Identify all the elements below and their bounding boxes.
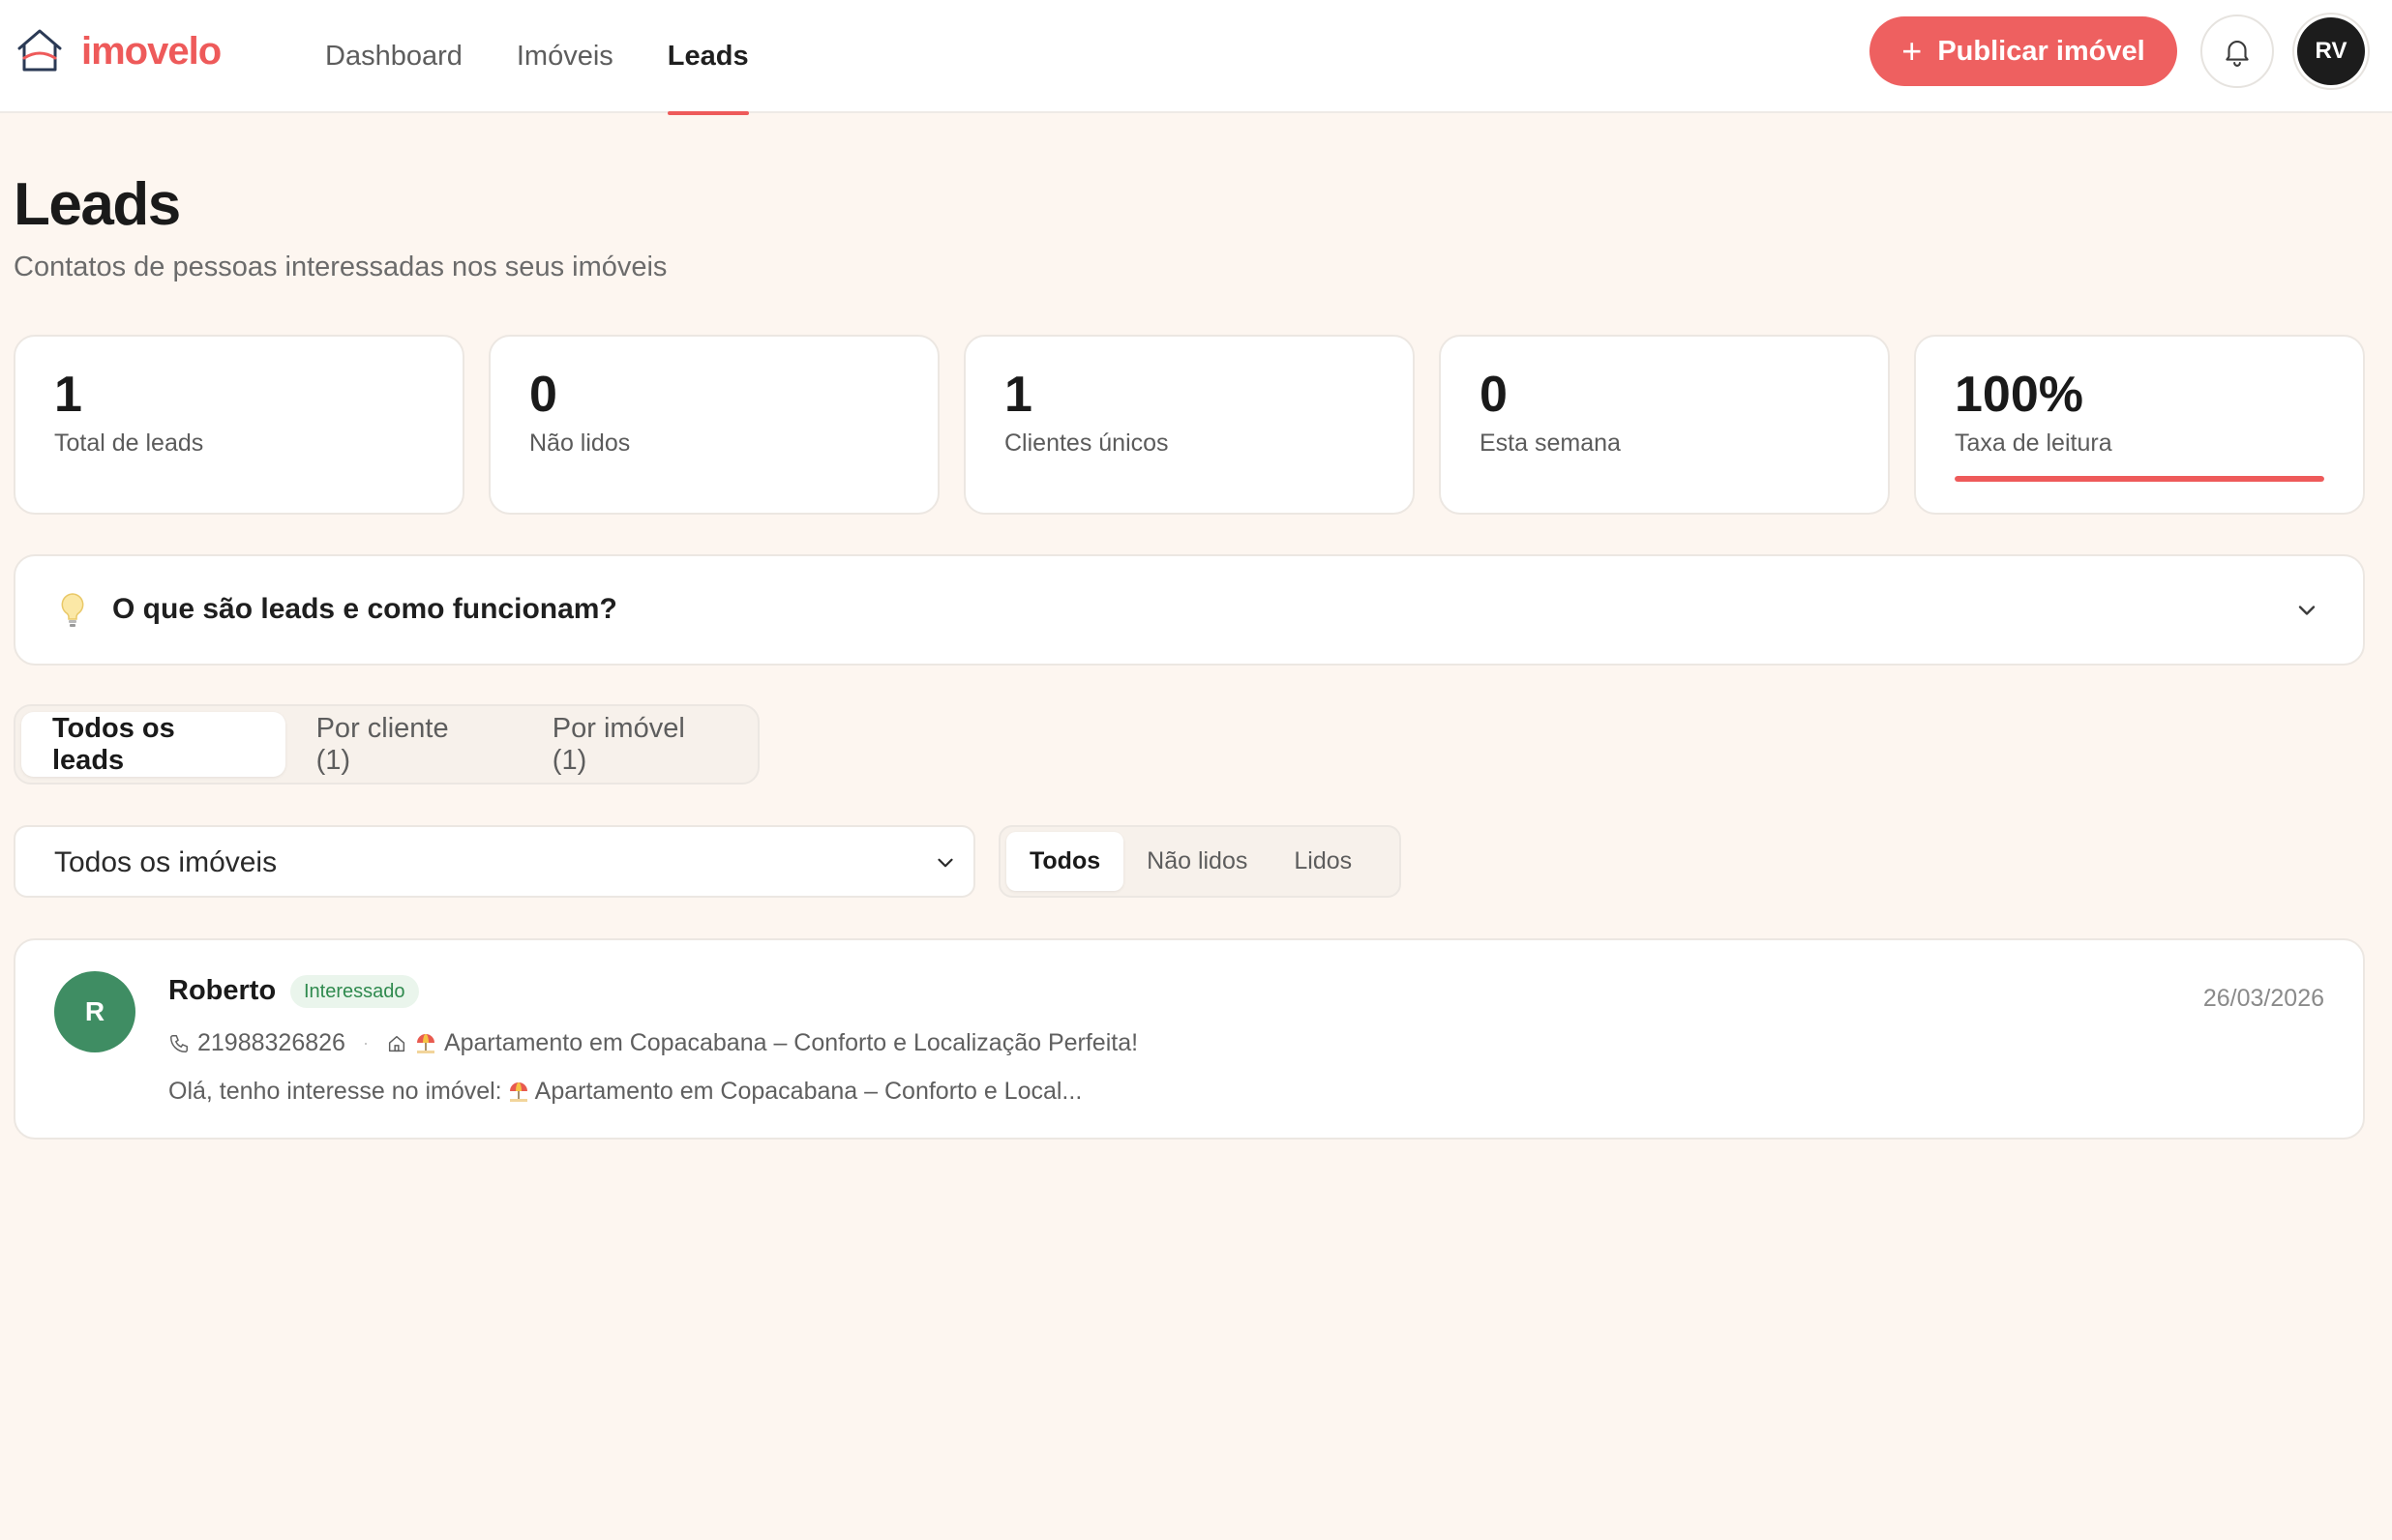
home-icon	[388, 1035, 405, 1051]
beach-umbrella-icon	[416, 1033, 434, 1053]
bell-icon	[2226, 41, 2249, 67]
page-subtitle: Contatos de pessoas interessadas nos seu…	[14, 252, 668, 282]
phone-icon	[170, 1034, 188, 1052]
lead-date: 26/03/2026	[2202, 985, 2324, 1012]
page-title: Leads	[14, 171, 181, 238]
nav-item-leads[interactable]: Leads	[667, 0, 749, 115]
read-rate-progress-fill	[1955, 476, 2324, 482]
notifications-button[interactable]	[2200, 15, 2274, 88]
tab-by-client[interactable]: Por cliente (1)	[285, 712, 522, 777]
lead-list-item[interactable]: R Roberto Interessado 26/03/2026 2198832…	[14, 938, 2365, 1140]
nav-item-imoveis[interactable]: Imóveis	[517, 0, 613, 113]
tab-all-leads[interactable]: Todos os leads	[21, 712, 285, 777]
stat-label: Clientes únicos	[1004, 429, 1169, 457]
filter-all[interactable]: Todos	[1006, 832, 1124, 891]
lead-message-prefix: Olá, tenho interesse no imóvel:	[168, 1078, 502, 1105]
leads-view-tabs: Todos os leads Por cliente (1) Por imóve…	[14, 704, 760, 785]
lead-phone[interactable]: 21988326826	[197, 1029, 345, 1057]
stat-card-unique-clients: 1 Clientes únicos	[964, 335, 1415, 515]
lead-meta: 21988326826 · Apartamento em Copacabana …	[168, 1029, 1138, 1057]
faq-question: O que são leads e como funcionam?	[112, 593, 617, 625]
user-avatar[interactable]: RV	[2297, 17, 2365, 85]
lead-name: Roberto	[168, 975, 277, 1006]
stats-row: 1 Total de leads 0 Não lidos 1 Clientes …	[14, 335, 2365, 515]
stat-card-this-week: 0 Esta semana	[1439, 335, 1890, 515]
filter-unread[interactable]: Não lidos	[1123, 832, 1271, 891]
lead-message-rest: Apartamento em Copacabana – Conforto e L…	[534, 1078, 1083, 1105]
leads-faq-accordion[interactable]: O que são leads e como funcionam?	[14, 554, 2365, 666]
stat-label: Taxa de leitura	[1955, 429, 2112, 457]
read-status-filter: Todos Não lidos Lidos	[999, 825, 1401, 898]
read-rate-progress-bar	[1955, 476, 2324, 482]
lead-status-badge: Interessado	[290, 975, 419, 1008]
publish-button-label: Publicar imóvel	[1937, 35, 2145, 67]
property-filter-value: Todos os imóveis	[54, 846, 278, 878]
stat-value: 1	[54, 367, 82, 423]
house-logo-icon	[17, 29, 62, 72]
brand-logo[interactable]: imovelo	[14, 25, 222, 77]
stat-label: Não lidos	[529, 429, 631, 457]
stat-value: 100%	[1955, 367, 2083, 423]
separator-dot: ·	[362, 1033, 369, 1052]
main-nav: Dashboard Imóveis Leads	[325, 0, 803, 115]
beach-umbrella-icon	[509, 1081, 527, 1102]
lead-message-preview: Olá, tenho interesse no imóvel: Apartame…	[168, 1078, 1082, 1106]
stat-value: 0	[1480, 367, 1508, 423]
publish-property-button[interactable]: + Publicar imóvel	[1869, 16, 2177, 86]
lead-avatar: R	[54, 971, 135, 1052]
chevron-down-icon	[938, 858, 953, 868]
lead-property[interactable]: Apartamento em Copacabana – Conforto e L…	[444, 1029, 1138, 1057]
plus-icon: +	[1901, 31, 1923, 71]
top-navbar: imovelo Dashboard Imóveis Leads + Public…	[0, 0, 2392, 115]
stat-value: 0	[529, 367, 557, 423]
stat-value: 1	[1004, 367, 1032, 423]
stat-label: Total de leads	[54, 429, 204, 457]
property-filter-select[interactable]: Todos os imóveis	[14, 825, 975, 898]
lightbulb-icon	[61, 593, 84, 627]
tab-by-property[interactable]: Por imóvel (1)	[522, 712, 758, 777]
stat-card-total-leads: 1 Total de leads	[14, 335, 464, 515]
stat-card-read-rate: 100% Taxa de leitura	[1914, 335, 2365, 515]
brand-name: imovelo	[81, 29, 222, 73]
filter-read[interactable]: Lidos	[1271, 832, 1375, 891]
nav-item-dashboard[interactable]: Dashboard	[325, 0, 463, 113]
chevron-down-icon	[2298, 606, 2316, 615]
stat-label: Esta semana	[1480, 429, 1621, 457]
stat-card-unread: 0 Não lidos	[489, 335, 940, 515]
